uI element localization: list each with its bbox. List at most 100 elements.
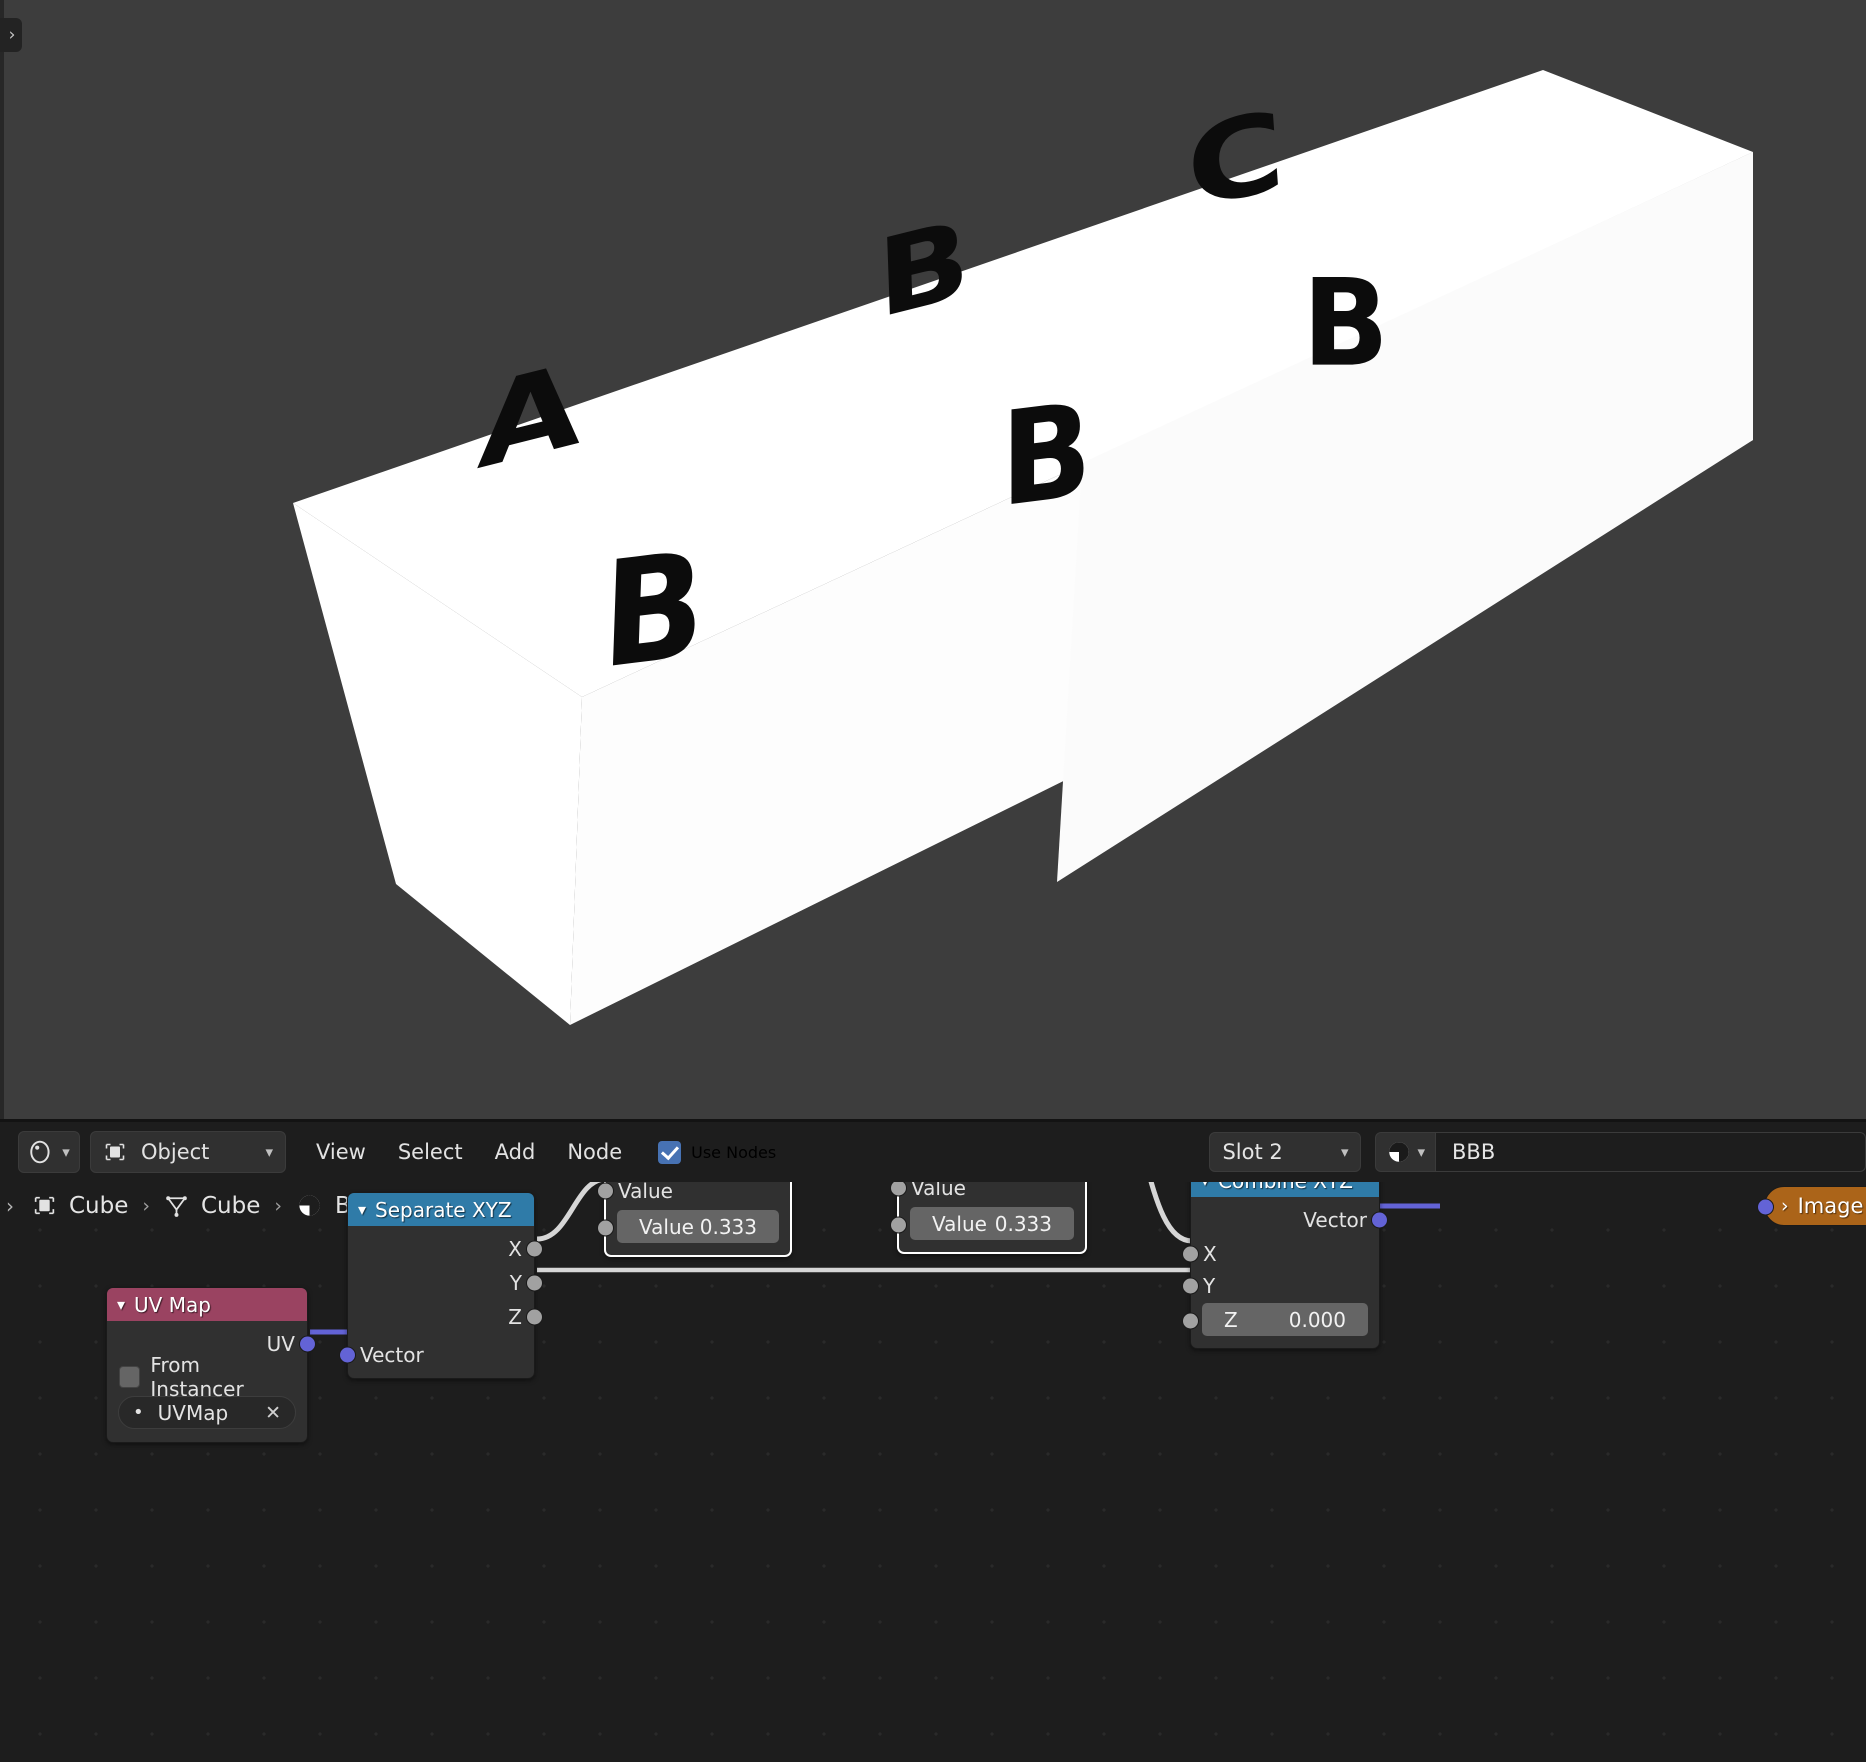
from-instancer-checkbox[interactable]	[119, 1366, 141, 1388]
uvmap-select-field[interactable]: • UVMap ✕	[118, 1396, 296, 1429]
node-output-z[interactable]: Z	[348, 1300, 543, 1334]
z-value-field[interactable]: Z 0.000	[1202, 1303, 1368, 1336]
chevron-right-icon[interactable]: ›	[1781, 1195, 1789, 1217]
use-nodes-checkbox[interactable]	[658, 1140, 682, 1164]
value-field-2[interactable]: Value 0.333	[910, 1207, 1074, 1240]
socket-y-input[interactable]	[1182, 1277, 1199, 1295]
socket-label-x: X	[508, 1237, 522, 1261]
socket-label-uv: UV	[266, 1332, 295, 1356]
chevron-down-icon[interactable]: ▾	[117, 1295, 125, 1314]
uv-icon: •	[133, 1402, 144, 1423]
chevron-down-icon: ▾	[1417, 1143, 1425, 1161]
socket-vector-input[interactable]	[1757, 1198, 1774, 1216]
value-field-label: Value	[932, 1211, 987, 1236]
socket-label-x: X	[1203, 1242, 1217, 1266]
3d-viewport[interactable]: C B B A B B ›	[0, 0, 1866, 1119]
socket-z-output[interactable]	[526, 1308, 543, 1326]
node-output-uv[interactable]: UV	[107, 1327, 316, 1361]
use-nodes-label: Use Nodes	[691, 1142, 777, 1162]
socket-y-output[interactable]	[526, 1274, 543, 1292]
shader-type-dropdown[interactable]: Object ▾	[90, 1131, 286, 1173]
cube-render	[293, 70, 1753, 1025]
node-header-combine-xyz[interactable]: ▾ Combine XYZ	[1191, 1182, 1379, 1197]
node-combine-xyz[interactable]: ▾ Combine XYZ Vector X Y Z 0.000	[1182, 1182, 1388, 1349]
chevron-down-icon[interactable]: ▾	[1201, 1182, 1209, 1190]
cube-face-letter: A	[475, 336, 584, 496]
socket-uv-output[interactable]	[299, 1335, 316, 1353]
socket-label-z: Z	[508, 1305, 522, 1329]
menu-node[interactable]: Node	[551, 1131, 638, 1173]
value-field-2[interactable]: Value 0.333	[617, 1210, 779, 1243]
node-title: Separate XYZ	[375, 1197, 512, 1222]
node-output-x[interactable]: X	[348, 1232, 543, 1266]
node-input-y[interactable]: Y	[1182, 1271, 1379, 1301]
socket-value-input-2[interactable]	[597, 1219, 614, 1237]
socket-vector-input[interactable]	[339, 1346, 356, 1364]
node-header-separate-xyz[interactable]: ▾ Separate XYZ	[348, 1193, 534, 1226]
material-slot-label: Slot 2	[1222, 1140, 1283, 1164]
z-field-number: 0.000	[1288, 1307, 1346, 1332]
node-modulo[interactable]: ▾ Modulo Value Modulo ▾ Clamp Value	[597, 1182, 792, 1257]
object-icon	[105, 1143, 125, 1161]
node-output-y[interactable]: Y	[348, 1266, 543, 1300]
node-input-x[interactable]: X	[1182, 1237, 1379, 1271]
node-body-modulo: Value Modulo ▾ Clamp Value Value 0.333	[597, 1182, 790, 1255]
cube-face-letter: B	[1302, 252, 1390, 394]
node-body-uv-map: UV From Instancer • UVMap ✕	[107, 1321, 316, 1442]
chevron-down-icon: ▾	[1340, 1143, 1349, 1161]
menu-view[interactable]: View	[300, 1131, 382, 1173]
socket-value-input-1[interactable]	[890, 1182, 907, 1197]
socket-value-input-1[interactable]	[597, 1182, 614, 1200]
node-title: UV Map	[134, 1292, 211, 1317]
value-field-number: 0.333	[994, 1211, 1052, 1236]
x-icon[interactable]: ✕	[265, 1402, 281, 1424]
socket-label-y: Y	[1203, 1274, 1216, 1298]
chevron-down-icon: ▾	[62, 1143, 70, 1161]
cube-face-letter: B	[1000, 374, 1092, 537]
z-field-label: Z	[1224, 1307, 1238, 1332]
node-input-vector[interactable]: Vector	[339, 1338, 534, 1372]
socket-label-vector: Vector	[360, 1343, 424, 1367]
from-instancer-toggle[interactable]: From Instancer	[107, 1353, 307, 1401]
socket-vector-output[interactable]	[1371, 1211, 1388, 1229]
socket-z-input[interactable]	[1182, 1312, 1199, 1330]
cube-face-letter: B	[875, 195, 972, 343]
node-links	[309, 1182, 1440, 1335]
socket-label-vector: Vector	[1303, 1208, 1367, 1232]
menu-add[interactable]: Add	[479, 1131, 552, 1173]
node-body-combine-xyz: Vector X Y Z 0.000	[1182, 1197, 1388, 1348]
node-input-value-1[interactable]: Value	[890, 1182, 1085, 1205]
menu-select[interactable]: Select	[382, 1131, 479, 1173]
editor-type-button[interactable]: ▾	[18, 1131, 80, 1173]
material-name-field[interactable]: BBB	[1436, 1132, 1866, 1172]
node-input-value-1[interactable]: Value	[597, 1182, 790, 1208]
socket-label-value: Value	[618, 1182, 673, 1203]
material-slot-dropdown[interactable]: Slot 2 ▾	[1209, 1132, 1362, 1172]
node-title: Combine XYZ	[1218, 1182, 1353, 1193]
node-uv-map[interactable]: ▾ UV Map UV From Instancer • UVMap ✕	[106, 1287, 316, 1443]
shader-editor-icon	[30, 1140, 50, 1164]
chevron-down-icon[interactable]: ▾	[358, 1200, 366, 1219]
material-browse-button[interactable]: ▾	[1375, 1132, 1436, 1172]
node-body-separate-xyz: X Y Z Vector	[339, 1226, 543, 1378]
shader-editor-header: ▾ Object ▾ View Select Add Node Use Node…	[0, 1119, 1866, 1182]
node-editor-canvas[interactable]: › Cube › Cube › BBB	[0, 1182, 1866, 1762]
socket-x-output[interactable]	[526, 1240, 543, 1258]
node-image[interactable]: › Image	[1757, 1186, 1866, 1226]
socket-x-input[interactable]	[1182, 1245, 1199, 1263]
node-title: Image	[1797, 1194, 1864, 1218]
node-output-vector[interactable]: Vector	[1191, 1203, 1388, 1237]
viewport-sidebar-toggle-icon[interactable]: ›	[0, 18, 22, 52]
node-separate-xyz[interactable]: ▾ Separate XYZ X Y Z Vector	[339, 1192, 543, 1379]
node-body-add: Value Add ▾ Clamp Value Value 0.333	[890, 1182, 1085, 1252]
uvmap-value: UVMap	[157, 1400, 229, 1425]
cube-face-letter: C	[1182, 87, 1289, 234]
material-icon	[1389, 1142, 1410, 1162]
value-field-number: 0.333	[699, 1214, 757, 1239]
chevron-down-icon: ▾	[265, 1143, 273, 1161]
value-field-label: Value	[639, 1214, 694, 1239]
node-header-uv-map[interactable]: ▾ UV Map	[107, 1288, 307, 1321]
use-nodes-toggle[interactable]: Use Nodes	[652, 1131, 786, 1173]
node-add[interactable]: ▾ Add Value Add ▾ Clamp Value	[890, 1182, 1087, 1254]
socket-value-input-2[interactable]	[890, 1216, 907, 1234]
